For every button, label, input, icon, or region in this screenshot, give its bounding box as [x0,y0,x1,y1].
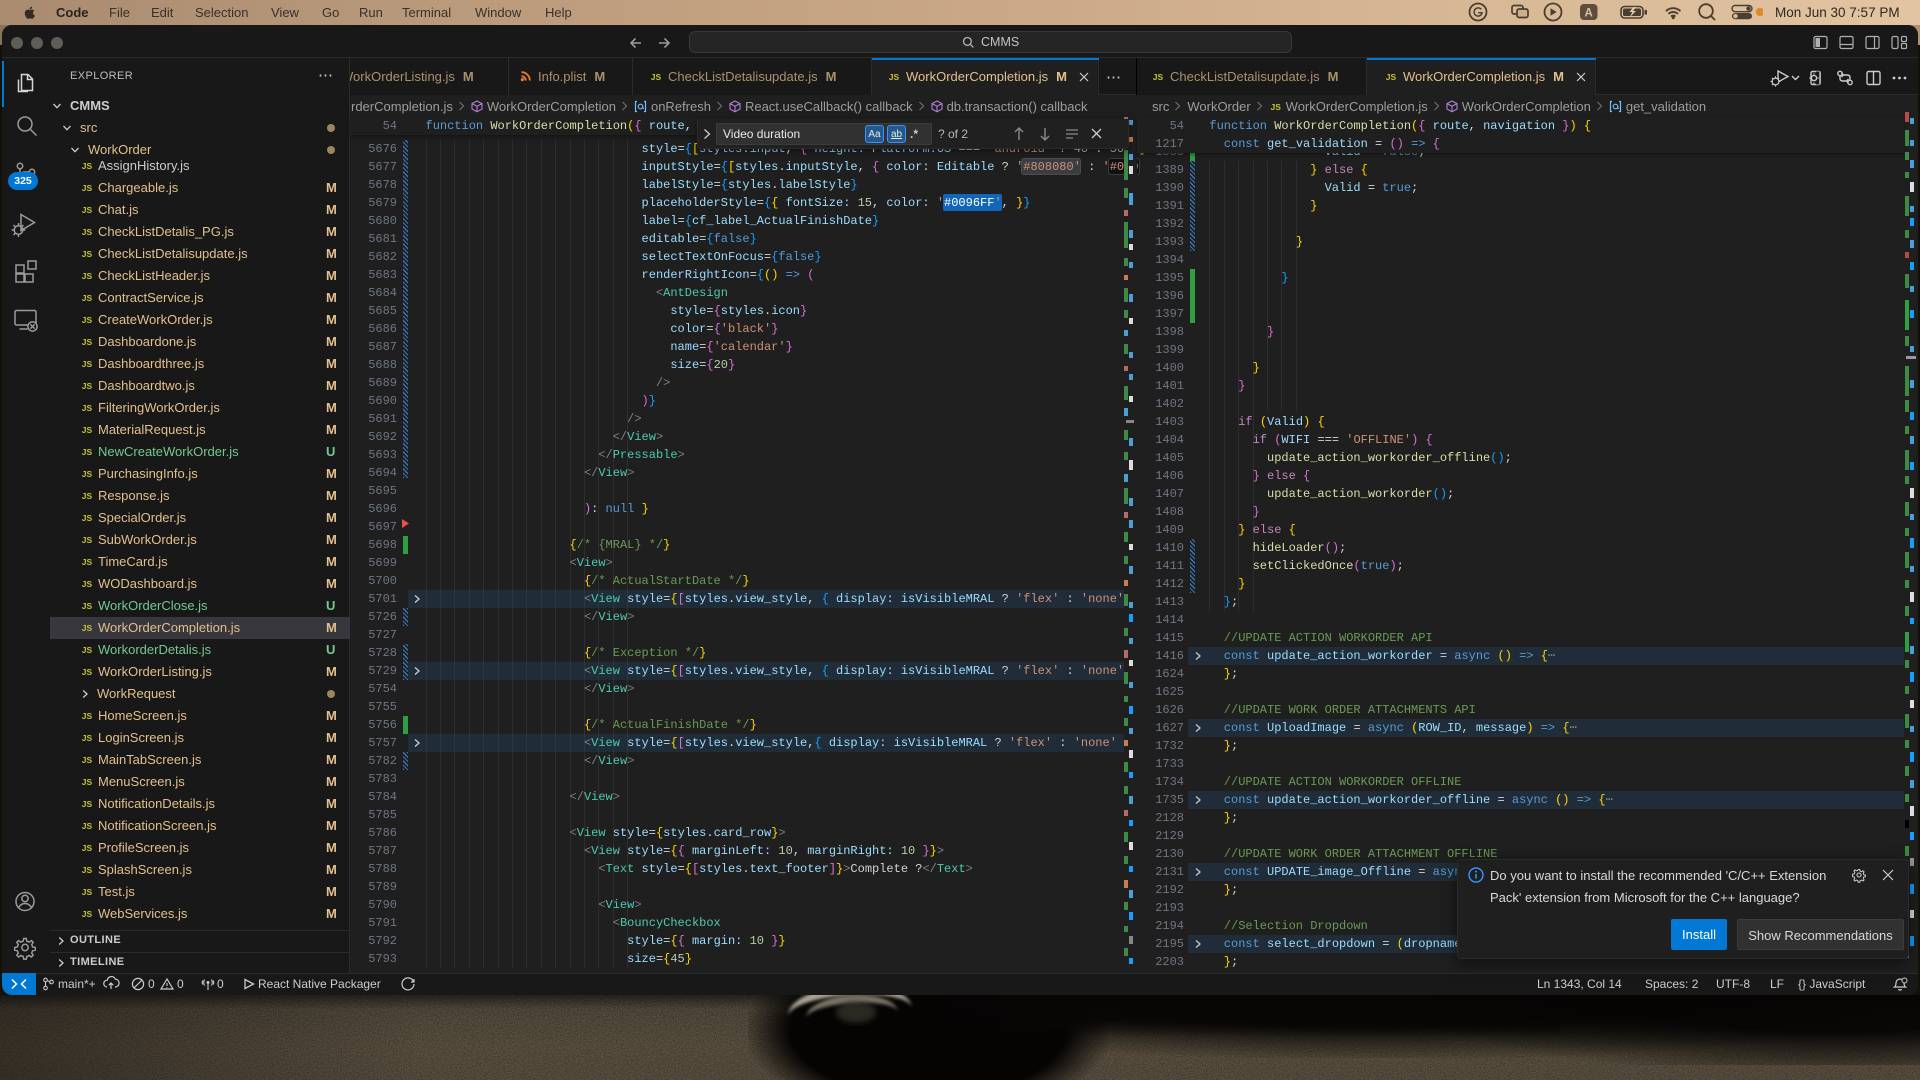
svg-text:A: A [1585,8,1593,20]
